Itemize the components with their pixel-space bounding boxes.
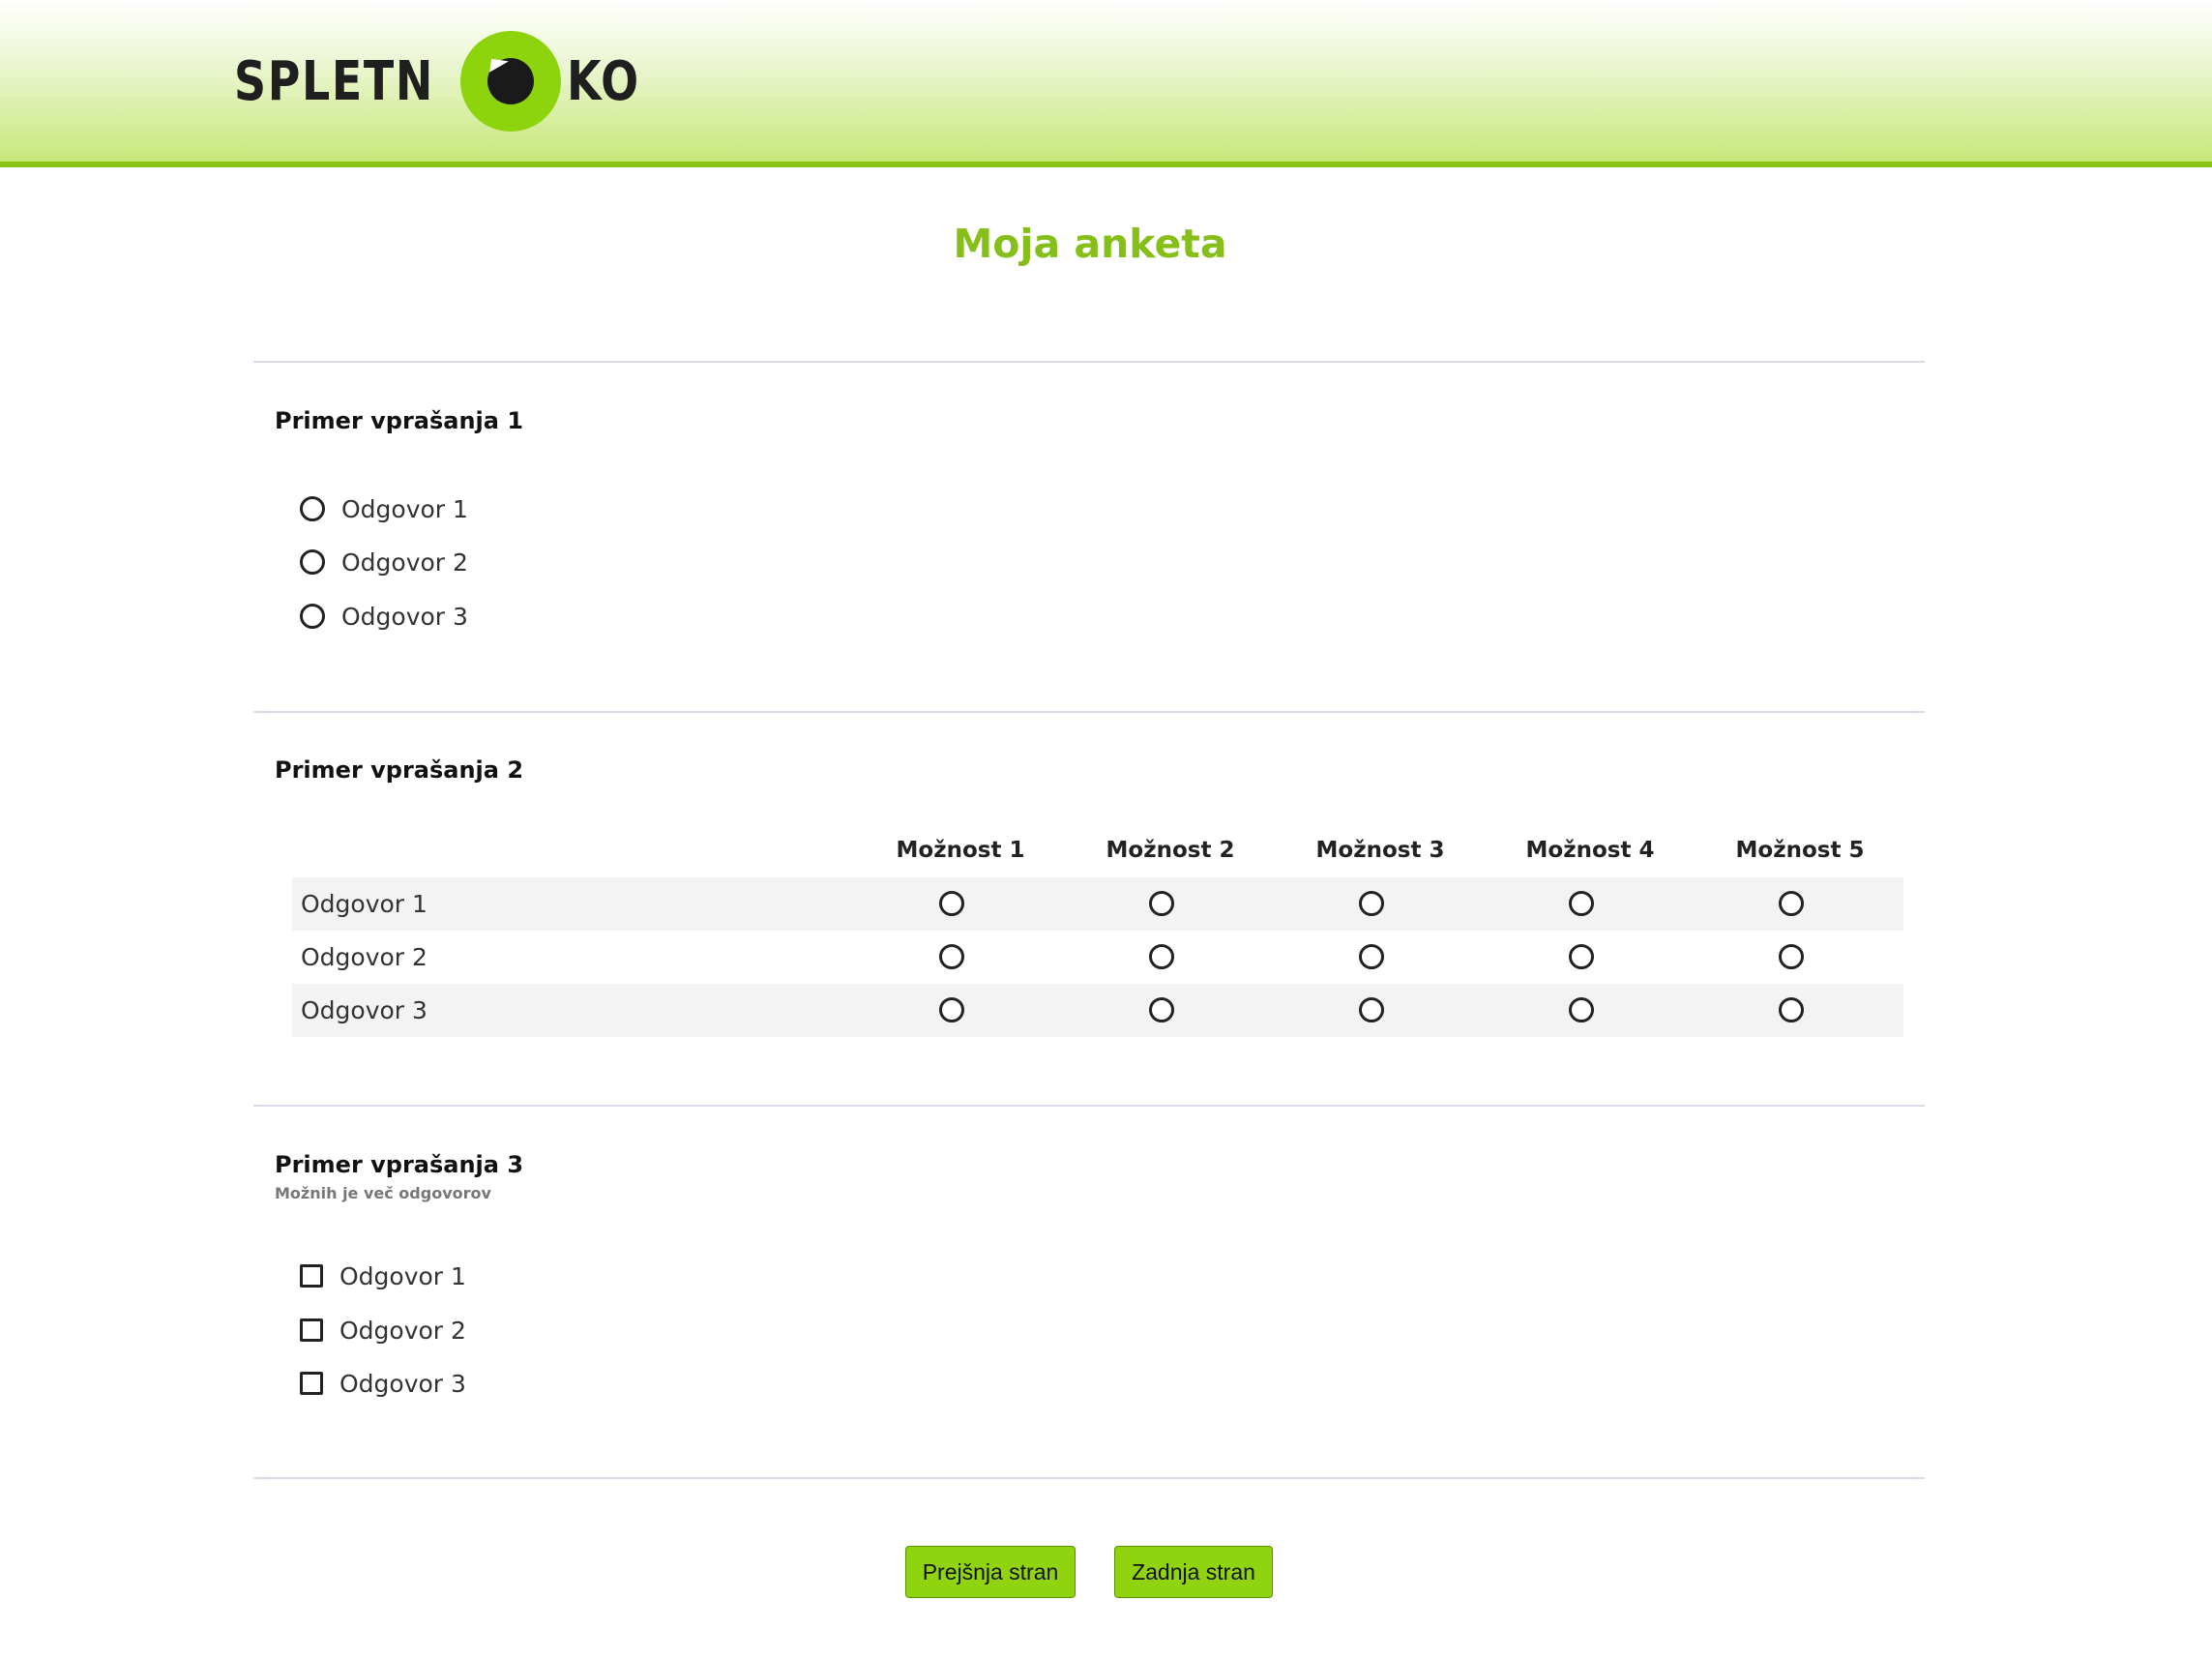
radio-button[interactable] <box>1359 997 1384 1022</box>
survey-title: Moja anketa <box>953 221 1227 267</box>
divider <box>253 1477 1925 1479</box>
logo[interactable]: SPLETN KO <box>234 29 657 133</box>
question-1-title: Primer vprašanja 1 <box>275 407 524 434</box>
grid-row-3: Odgovor 3 <box>292 984 1903 1037</box>
grid-row-label: Odgovor 1 <box>301 890 428 918</box>
question-2-title: Primer vprašanja 2 <box>275 756 524 784</box>
divider <box>253 361 1925 363</box>
checkbox[interactable] <box>300 1264 323 1288</box>
grid-column-header-4: Možnost 4 <box>1525 838 1655 863</box>
radio-button[interactable] <box>1149 944 1174 969</box>
radio-button[interactable] <box>1779 891 1804 916</box>
grid-row-label: Odgovor 3 <box>301 996 428 1024</box>
checkbox[interactable] <box>300 1372 323 1395</box>
option-label: Odgovor 3 <box>339 1369 466 1398</box>
logo-text-right: KO <box>567 49 641 113</box>
radio-button[interactable] <box>1149 891 1174 916</box>
question-3-note: Možnih je več odgovorov <box>275 1184 491 1202</box>
last-page-button[interactable]: Zadnja stran <box>1114 1546 1273 1598</box>
eye-icon <box>460 31 562 132</box>
question-1-option-3[interactable]: Odgovor 3 <box>300 597 468 636</box>
radio-button[interactable] <box>1569 944 1594 969</box>
grid-column-header-5: Možnost 5 <box>1735 838 1865 863</box>
option-label: Odgovor 2 <box>339 1316 466 1345</box>
grid-column-header-2: Možnost 2 <box>1106 838 1235 863</box>
question-3-option-2[interactable]: Odgovor 2 <box>300 1311 466 1349</box>
checkbox[interactable] <box>300 1318 323 1342</box>
radio-button[interactable] <box>300 496 325 521</box>
radio-button[interactable] <box>939 997 964 1022</box>
grid-row-2: Odgovor 2 <box>292 931 1903 984</box>
divider <box>253 711 1925 713</box>
radio-button[interactable] <box>1149 997 1174 1022</box>
logo-text-left: SPLETN <box>234 49 434 113</box>
radio-button[interactable] <box>1359 891 1384 916</box>
grid-column-header-3: Možnost 3 <box>1315 838 1445 863</box>
radio-button[interactable] <box>1569 891 1594 916</box>
divider <box>253 1105 1925 1107</box>
option-label: Odgovor 3 <box>341 602 468 631</box>
radio-button[interactable] <box>300 604 325 629</box>
previous-page-button[interactable]: Prejšnja stran <box>905 1546 1076 1598</box>
option-label: Odgovor 1 <box>339 1261 466 1290</box>
radio-button[interactable] <box>1359 944 1384 969</box>
radio-button[interactable] <box>1779 944 1804 969</box>
radio-button[interactable] <box>939 944 964 969</box>
grid-row-1: Odgovor 1 <box>292 877 1903 931</box>
option-label: Odgovor 2 <box>341 548 468 577</box>
question-3-title: Primer vprašanja 3 <box>275 1151 524 1178</box>
radio-button[interactable] <box>300 549 325 575</box>
site-header: SPLETN KO <box>0 0 2212 167</box>
question-1-option-1[interactable]: Odgovor 1 <box>300 489 468 528</box>
question-3-option-3[interactable]: Odgovor 3 <box>300 1364 466 1403</box>
radio-button[interactable] <box>1779 997 1804 1022</box>
grid-row-label: Odgovor 2 <box>301 943 428 971</box>
radio-button[interactable] <box>939 891 964 916</box>
question-1-option-2[interactable]: Odgovor 2 <box>300 543 468 581</box>
grid-column-header-1: Možnost 1 <box>896 838 1025 863</box>
option-label: Odgovor 1 <box>341 494 468 523</box>
radio-button[interactable] <box>1569 997 1594 1022</box>
question-3-option-1[interactable]: Odgovor 1 <box>300 1257 466 1295</box>
